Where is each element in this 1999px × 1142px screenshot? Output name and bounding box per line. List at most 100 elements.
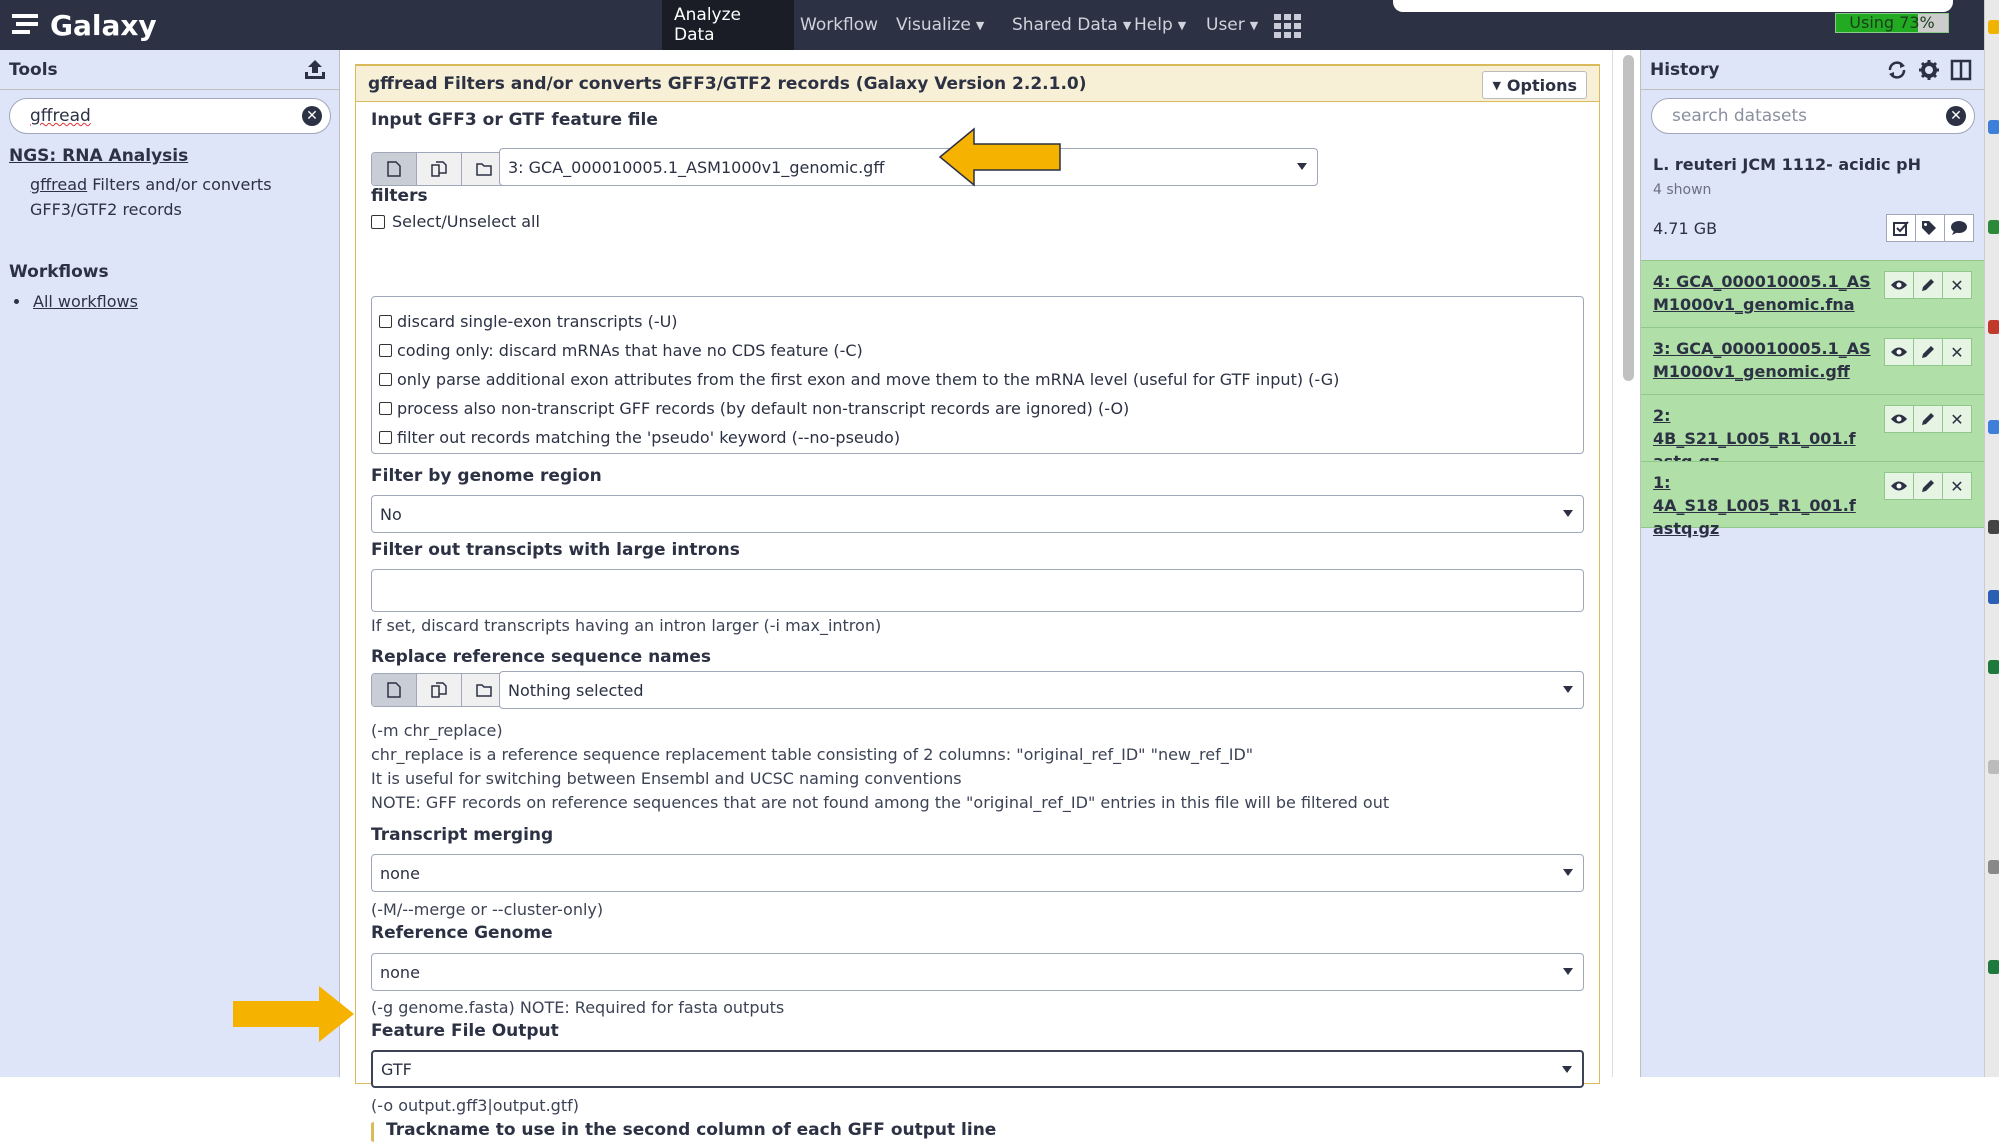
all-workflows-link[interactable]: All workflows (33, 292, 138, 311)
edit-dataset-button[interactable] (1913, 271, 1943, 299)
nav-user[interactable]: User ▼ (1194, 0, 1270, 50)
input-type-buttons (371, 152, 507, 186)
tags-button[interactable] (1915, 214, 1945, 242)
galaxy-home-link[interactable]: Galaxy (12, 0, 157, 50)
options-label: Options (1506, 75, 1577, 95)
select-all-row[interactable]: Select/Unselect all (371, 212, 540, 231)
single-dataset-button[interactable] (372, 153, 417, 185)
filter-option[interactable]: only parse additional exon attributes fr… (372, 365, 1583, 394)
dataset-title-line[interactable]: 1: 4A_S18_L005_R1_001.f (1653, 473, 1856, 515)
clear-search-icon[interactable]: ✕ (1946, 106, 1966, 126)
single-dataset-button[interactable] (372, 674, 417, 706)
os-dock-edge (1984, 0, 1999, 1077)
filter-label: discard single-exon transcripts (-U) (397, 312, 678, 331)
center-scrollbar[interactable] (1612, 50, 1640, 1077)
multiple-datasets-button[interactable] (417, 153, 462, 185)
delete-dataset-button[interactable]: ✕ (1942, 472, 1972, 500)
tool-panel: Tools gffread ✕ NGS: RNA Analysis gffrea… (0, 50, 340, 1077)
app-icon[interactable] (1988, 860, 1999, 874)
dataset-title-line[interactable]: 2: 4B_S21_L005_R1_001.f (1653, 406, 1856, 448)
app-icon[interactable] (1988, 220, 1999, 234)
filter-checkbox[interactable] (379, 431, 392, 444)
history-dataset[interactable]: 4: GCA_000010005.1_AS M1000v1_genomic.fna… (1641, 260, 1984, 327)
refresh-icon[interactable] (1886, 59, 1908, 81)
delete-dataset-button[interactable]: ✕ (1942, 338, 1972, 366)
history-name[interactable]: L. reuteri JCM 1112- acidic pH (1653, 155, 1984, 174)
clear-search-icon[interactable]: ✕ (302, 106, 322, 126)
delete-dataset-button[interactable]: ✕ (1942, 271, 1972, 299)
annotation-button[interactable] (1944, 214, 1974, 242)
filter-option[interactable]: coding only: discard mRNAs that have no … (372, 336, 1583, 365)
app-icon[interactable] (1988, 520, 1999, 534)
history-search-input[interactable]: search datasets ✕ (1651, 98, 1975, 134)
app-icon[interactable] (1988, 420, 1999, 434)
edit-dataset-button[interactable] (1913, 472, 1943, 500)
upload-icon[interactable] (303, 59, 327, 81)
genome-select[interactable]: none (371, 953, 1584, 991)
app-icon[interactable] (1988, 660, 1999, 674)
merge-select[interactable]: none (371, 854, 1584, 892)
history-dataset[interactable]: 2: 4B_S21_L005_R1_001.fastq.gz ✕ (1641, 394, 1984, 471)
filter-option[interactable]: filter out records matching the 'pseudo'… (372, 423, 1583, 452)
dataset-title-line[interactable]: M1000v1_genomic.fna (1653, 295, 1855, 314)
app-icon[interactable] (1988, 960, 1999, 974)
filter-checkbox[interactable] (379, 402, 392, 415)
dataset-title-line[interactable]: M1000v1_genomic.gff (1653, 362, 1850, 381)
dataset-title-line[interactable]: astq.gz (1653, 519, 1719, 538)
tool-link-gffread[interactable]: gffread (30, 175, 87, 194)
tool-search-input[interactable]: gffread ✕ (9, 98, 331, 134)
view-dataset-button[interactable] (1884, 338, 1914, 366)
filter-checkbox[interactable] (379, 344, 392, 357)
nav-label: Help (1134, 15, 1173, 35)
scrollbar-thumb[interactable] (1623, 55, 1634, 381)
region-select[interactable]: No (371, 495, 1584, 533)
max-intron-input[interactable] (371, 569, 1584, 612)
replace-select[interactable]: Nothing selected (499, 671, 1584, 709)
nav-analyze-data[interactable]: Analyze Data (662, 0, 794, 50)
gear-icon[interactable] (1918, 59, 1940, 81)
dataset-title-line[interactable]: 3: GCA_000010005.1_AS (1653, 339, 1871, 358)
history-dataset[interactable]: 3: GCA_000010005.1_AS M1000v1_genomic.gff… (1641, 327, 1984, 394)
history-title: History (1650, 59, 1720, 80)
nav-help[interactable]: Help ▼ (1122, 0, 1198, 50)
multiple-datasets-button[interactable] (417, 674, 462, 706)
apps-grid-icon[interactable] (1274, 14, 1302, 38)
caret-down-icon (1563, 869, 1573, 876)
edit-dataset-button[interactable] (1913, 338, 1943, 366)
caret-down-icon: ▼ (1177, 18, 1187, 32)
nav-workflow[interactable]: Workflow (788, 0, 890, 50)
caret-down-icon (1563, 968, 1573, 975)
app-icon[interactable] (1988, 120, 1999, 134)
filter-checkbox[interactable] (379, 315, 392, 328)
replace-help-4: NOTE: GFF records on reference sequences… (371, 793, 1390, 812)
output-format-value: GTF (381, 1059, 412, 1079)
close-icon: ✕ (1950, 342, 1964, 362)
tool-item-gffread[interactable]: gffread Filters and/or converts GFF3/GTF… (30, 172, 329, 222)
delete-dataset-button[interactable]: ✕ (1942, 405, 1972, 433)
view-dataset-button[interactable] (1884, 405, 1914, 433)
app-icon[interactable] (1988, 760, 1999, 774)
dataset-title-line[interactable]: 4: GCA_000010005.1_AS (1653, 272, 1871, 291)
view-dataset-button[interactable] (1884, 472, 1914, 500)
app-icon[interactable] (1988, 20, 1999, 34)
edit-dataset-button[interactable] (1913, 405, 1943, 433)
nav-label: Shared Data (1012, 15, 1118, 35)
nav-visualize[interactable]: Visualize ▼ (884, 0, 996, 50)
options-button[interactable]: ▼ Options (1482, 71, 1587, 99)
caret-down-icon: ▼ (1492, 78, 1501, 92)
app-icon[interactable] (1988, 320, 1999, 334)
select-all-checkbox[interactable] (371, 214, 385, 229)
view-dataset-button[interactable] (1884, 271, 1914, 299)
filter-checkbox[interactable] (379, 373, 392, 386)
tool-section-ngs-rna[interactable]: NGS: RNA Analysis (9, 146, 339, 166)
history-dataset[interactable]: 1: 4A_S18_L005_R1_001.f astq.gz ✕ (1641, 461, 1984, 538)
app-icon[interactable] (1988, 590, 1999, 604)
filter-option[interactable]: process also non-transcript GFF records … (372, 394, 1583, 423)
filter-option[interactable]: discard single-exon transcripts (-U) (372, 307, 1583, 336)
select-items-button[interactable] (1886, 214, 1916, 242)
input-file-select[interactable]: 3: GCA_000010005.1_ASM1000v1_genomic.gff (499, 148, 1318, 186)
columns-icon[interactable] (1950, 59, 1972, 81)
replace-label: Replace reference sequence names (371, 647, 712, 667)
output-format-select[interactable]: GTF (371, 1050, 1584, 1088)
history-shown-count: 4 shown (1653, 182, 1712, 198)
